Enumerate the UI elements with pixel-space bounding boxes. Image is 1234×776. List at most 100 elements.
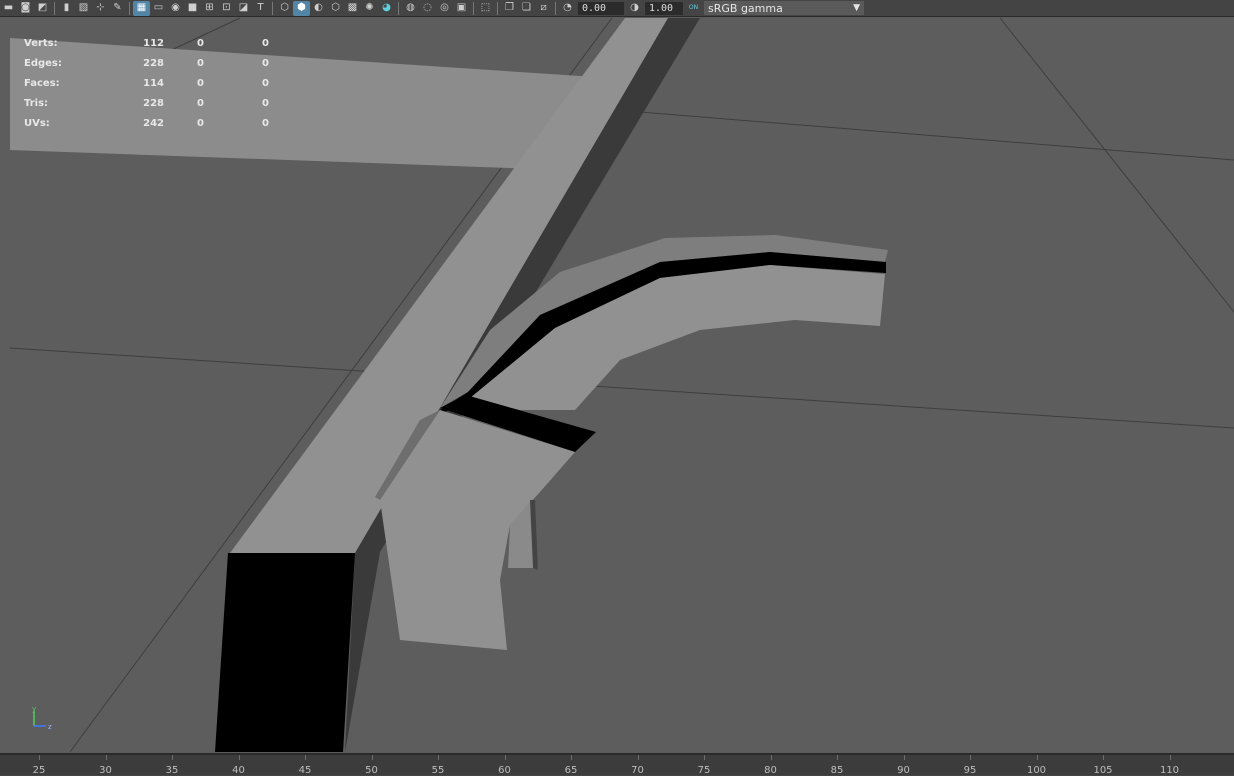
timeline-tick-mark	[637, 755, 639, 760]
film-gate-icon[interactable]: ▭	[150, 1, 167, 16]
timeline-tick-mark	[970, 755, 971, 760]
time-slider[interactable]: 25 30 35 40 45 50 55 60 65 70 75 80 85 90 95 100 105 110	[0, 753, 1234, 776]
timeline-tick-label: 65	[564, 765, 578, 776]
isolate-select-icon[interactable]: ⬚	[477, 1, 494, 16]
hud-label: Faces:	[24, 78, 60, 89]
textured-icon[interactable]: ▩	[344, 1, 361, 16]
hud-value: 0	[197, 58, 204, 69]
timeline-tick-label: 80	[764, 765, 777, 776]
xray-icon[interactable]: ❐	[501, 1, 518, 16]
timeline-tick-mark	[305, 755, 306, 760]
xray-joints-icon[interactable]: ⧄	[535, 1, 552, 16]
field-chart-icon[interactable]: ⊞	[201, 1, 218, 16]
hud-value: 0	[262, 98, 269, 109]
timeline-tick-mark	[837, 755, 838, 760]
hud-label: Edges:	[24, 58, 62, 69]
toolbar-divider	[497, 1, 498, 15]
timeline-tick-label: 70	[631, 765, 644, 776]
hud-value: 0	[262, 38, 269, 49]
safe-action-icon[interactable]: ⊡	[218, 1, 235, 16]
smooth-shade-icon[interactable]: ⬢	[293, 0, 310, 16]
hud-value: 228	[143, 98, 164, 109]
safe-title-icon[interactable]: ◪	[235, 1, 252, 16]
text-icon[interactable]: T	[252, 1, 269, 16]
z-axis-label: z	[48, 723, 52, 731]
hud-value: 0	[262, 58, 269, 69]
depth-of-field-icon[interactable]: ▣	[453, 1, 470, 16]
toolbar-divider	[398, 1, 399, 15]
camera-attributes-icon[interactable]: ◙	[17, 1, 34, 16]
wireframe-on-shaded-icon[interactable]: ⬡	[327, 1, 344, 16]
lights-icon[interactable]: ✺	[361, 1, 378, 16]
wireframe-icon[interactable]: ⬡	[276, 1, 293, 16]
hud-label: UVs:	[24, 118, 50, 129]
hud-value: 112	[143, 38, 164, 49]
bookmark-icon[interactable]: ▮	[58, 1, 75, 16]
antialias-icon[interactable]: ◎	[436, 1, 453, 16]
color-management-icon[interactable]: ON	[685, 1, 702, 16]
gamma-field[interactable]: 1.00	[645, 1, 683, 15]
timeline-tick-mark	[39, 755, 40, 760]
viewport-toolbar: ▬ ◙ ◩ ▮ ▨ ⊹ ✎ ▦ ▭ ◉ ■ ⊞ ⊡ ◪ T ⬡ ⬢ ◐ ⬡ ▩ …	[0, 0, 1234, 17]
timeline-tick-mark	[770, 755, 772, 760]
resolution-gate-icon[interactable]: ◉	[167, 1, 184, 16]
timeline-tick-label: 60	[498, 765, 511, 776]
timeline-tick-label: 75	[697, 765, 711, 776]
timeline-tick-mark	[371, 755, 373, 760]
timeline-tick-mark	[438, 755, 439, 760]
hud-row: UVs: 242 0 0	[24, 118, 304, 138]
timeline-tick-label: 25	[32, 765, 46, 776]
motion-blur-icon[interactable]: ◌	[419, 1, 436, 16]
image-plane-icon[interactable]: ▨	[75, 1, 92, 16]
color-space-label: sRGB gamma	[708, 1, 783, 15]
gamma-icon[interactable]: ◑	[626, 1, 643, 16]
shade-wire-icon[interactable]: ◐	[310, 1, 327, 16]
timeline-tick-mark	[1103, 755, 1104, 760]
toolbar-divider	[272, 1, 273, 15]
camera-name-label: persp	[638, 751, 670, 753]
axis-gizmo-icon: y z	[32, 705, 52, 731]
hud-row: Tris: 228 0 0	[24, 98, 304, 118]
hud-value: 0	[197, 38, 204, 49]
hud-row: Edges: 228 0 0	[24, 58, 304, 78]
timeline-tick-label: 90	[897, 765, 910, 776]
hud-label: Verts:	[24, 38, 58, 49]
timeline-tick-mark	[504, 755, 506, 760]
beam-end-cap	[215, 553, 355, 752]
hud-value: 0	[262, 78, 269, 89]
exposure-field[interactable]: 0.00	[578, 1, 624, 15]
toolbar-divider	[129, 1, 130, 15]
timeline-tick-label: 50	[365, 765, 378, 776]
timeline-tick-mark	[571, 755, 572, 760]
timeline-tick-label: 95	[963, 765, 977, 776]
toolbar-divider	[473, 1, 474, 15]
grease-pencil-icon[interactable]: ✎	[109, 1, 126, 16]
color-space-dropdown[interactable]: sRGB gamma ▼	[704, 1, 864, 15]
two-d-pan-icon[interactable]: ⊹	[92, 1, 109, 16]
timeline-tick-mark	[1036, 755, 1038, 760]
perspective-viewport[interactable]: Verts: 112 0 0 Edges: 228 0 0 Faces: 114…	[0, 17, 1234, 753]
bookmark-camera-icon[interactable]: ◩	[34, 1, 51, 16]
grid-icon[interactable]: ▦	[133, 0, 150, 16]
hud-value: 0	[262, 118, 269, 129]
exposure-icon[interactable]: ◔	[559, 1, 576, 16]
timeline-tick-mark	[1169, 755, 1171, 760]
y-axis-label: y	[32, 705, 36, 713]
timeline-tick-mark	[105, 755, 107, 760]
hud-value: 0	[197, 78, 204, 89]
timeline-tick-label: 100	[1026, 765, 1047, 776]
toolbar-divider	[555, 1, 556, 15]
shadows-icon[interactable]: ◕	[378, 1, 395, 16]
timeline-tick-mark	[704, 755, 705, 760]
timeline-tick-label: 30	[99, 765, 112, 776]
timeline-tick-label: 45	[298, 765, 312, 776]
timeline-tick-label: 40	[232, 765, 245, 776]
gate-mask-icon[interactable]: ■	[184, 1, 201, 16]
hud-label: Tris:	[24, 98, 49, 109]
timeline-tick-label: 110	[1159, 765, 1180, 776]
hud-row: Faces: 114 0 0	[24, 78, 304, 98]
hud-value: 0	[197, 98, 204, 109]
xray-active-icon[interactable]: ❏	[518, 1, 535, 16]
select-camera-icon[interactable]: ▬	[0, 1, 17, 16]
occlusion-icon[interactable]: ◍	[402, 1, 419, 16]
